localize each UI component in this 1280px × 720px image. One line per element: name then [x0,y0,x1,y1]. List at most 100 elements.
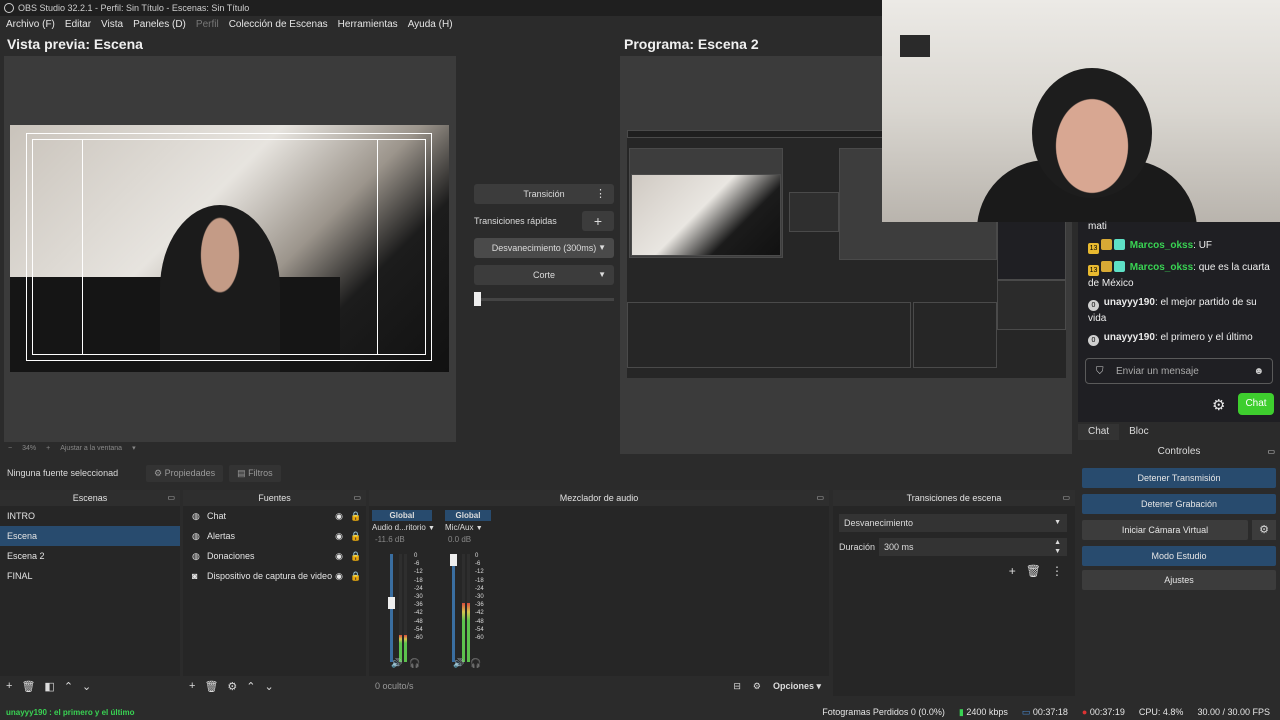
trash-icon[interactable]: 🗑 [21,680,35,693]
zero-badge-icon[interactable]: 0 [1088,335,1099,346]
duration-spinbox[interactable]: 300 ms ▲ ▼ [879,538,1067,556]
settings-button[interactable]: Ajustes [1082,570,1276,590]
bits-badge-icon[interactable] [1114,239,1125,250]
chat-username[interactable]: unayyy190 [1104,332,1155,343]
scene-item-final[interactable]: FINAL [0,566,180,586]
menu-vista[interactable]: Vista [101,19,123,30]
dock-menu-icon[interactable]: ▭ [167,490,175,506]
speaker-icon[interactable]: 🔊 [391,658,402,669]
speaker-icon[interactable]: 🔊 [453,658,464,669]
stop-record-button[interactable]: Detener Grabación [1082,494,1276,514]
zoom-out-icon[interactable]: − [8,445,12,452]
bits-badge-icon[interactable] [1114,261,1125,272]
dock-menu-icon[interactable]: ▭ [1267,444,1275,460]
trash-icon[interactable]: 🗑 [204,680,218,693]
channel-name[interactable]: Mic/Aux ▼ [445,521,507,535]
chevron-down-icon[interactable]: ▼ [476,525,483,532]
gear-icon[interactable]: ⚙ [227,680,237,693]
preview-canvas[interactable] [10,125,449,372]
transition-button[interactable]: Transición ⋮ [474,184,614,204]
advanced-audio-icon[interactable]: ⚙ [753,681,761,692]
eye-icon[interactable]: ◉ [332,571,346,582]
mixer-options-button[interactable]: Opciones ▾ [773,681,821,692]
scene-item-escena-2[interactable]: Escena 2 [0,546,180,566]
headphones-icon[interactable]: 🎧 [470,658,481,669]
volume-handle-desktop[interactable] [388,597,395,610]
scene-item-intro[interactable]: INTRO [0,506,180,526]
chevron-down-icon[interactable]: ▼ [1054,514,1061,532]
lock-icon[interactable]: 🔒 [349,571,363,582]
add-scene-icon[interactable]: + [6,680,12,692]
filters-button[interactable]: ▤ Filtros [229,464,281,482]
chevron-down-icon[interactable]: ▼ [598,243,606,252]
layout-icon[interactable]: ⊟ [733,681,741,692]
volume-slider-mic[interactable] [452,554,455,662]
lock-icon[interactable]: 🔒 [349,531,363,542]
spin-arrows-icon[interactable]: ▲ ▼ [1054,538,1061,556]
chevron-down-icon[interactable]: ▼ [598,270,606,279]
source-item[interactable]: ◍ Donaciones ◉ 🔒 [183,546,366,566]
menu-coleccion[interactable]: Colección de Escenas [229,19,328,30]
zoom-dropdown-icon[interactable]: ▾ [132,444,136,452]
source-item[interactable]: ◍ Chat ◉ 🔒 [183,506,366,526]
chat-send-button[interactable]: Chat [1238,393,1274,415]
channel-name[interactable]: Audio d...ritorio ▼ [372,521,435,535]
headphones-icon[interactable]: 🎧 [409,658,420,669]
lock-icon[interactable]: 🔒 [349,551,363,562]
chat-username[interactable]: Marcos_okss [1130,262,1193,273]
move-up-icon[interactable]: ⌃ [246,680,255,693]
stop-stream-button[interactable]: Detener Transmisión [1082,468,1276,488]
fit-to-window[interactable]: Ajustar a la ventana [60,445,122,452]
add-source-icon[interactable]: + [189,680,195,692]
eye-icon[interactable]: ◉ [332,511,346,522]
emoji-icon[interactable]: ☻ [1253,366,1264,377]
t-bar-slider[interactable] [474,292,614,306]
lock-icon[interactable]: 🔒 [349,511,363,522]
fade-transition-button[interactable]: Desvanecimiento (300ms) ▼ [474,238,614,258]
t-bar-handle[interactable] [474,292,481,306]
sub-badge-icon[interactable]: 13 [1088,265,1099,276]
crown-badge-icon[interactable] [1101,261,1112,272]
move-down-icon[interactable]: ⌄ [265,680,274,693]
scene-filters-icon[interactable]: ◧ [44,680,54,693]
kebab-menu-icon[interactable]: ⋮ [1051,564,1063,578]
virtual-cam-gear-icon[interactable]: ⚙ [1252,520,1276,540]
crown-badge-icon[interactable] [1101,239,1112,250]
dock-menu-icon[interactable]: ▭ [353,490,361,506]
volume-handle-mic[interactable] [450,554,457,566]
eye-icon[interactable]: ◉ [332,551,346,562]
menu-ayuda[interactable]: Ayuda (H) [408,19,453,30]
eye-icon[interactable]: ◉ [332,531,346,542]
shield-icon[interactable]: ⛉ [1096,366,1104,377]
start-virtual-cam-button[interactable]: Iniciar Cámara Virtual [1082,520,1248,540]
cut-transition-button[interactable]: Corte ▼ [474,265,614,285]
source-item[interactable]: ◍ Alertas ◉ 🔒 [183,526,366,546]
kebab-menu-icon[interactable]: ⋮ [595,187,606,200]
properties-button[interactable]: ⚙ Propiedades [146,464,224,482]
menu-archivo[interactable]: Archivo (F) [6,19,55,30]
add-transition-icon[interactable]: + [1009,564,1016,578]
chat-input[interactable]: ⛉ Enviar un mensaje ☻ [1085,358,1273,384]
sub-badge-icon[interactable]: 13 [1088,243,1099,254]
source-item[interactable]: ◙ Dispositivo de captura de video ◉ 🔒 [183,566,366,586]
chevron-down-icon[interactable]: ▼ [428,525,435,532]
menu-herramientas[interactable]: Herramientas [338,19,398,30]
tab-chat[interactable]: Chat [1078,424,1120,440]
scene-item-escena[interactable]: Escena [0,526,180,546]
trash-icon[interactable]: 🗑 [1026,564,1041,578]
transition-select[interactable]: Desvanecimiento ▼ [839,514,1067,532]
move-down-icon[interactable]: ⌄ [82,680,91,693]
studio-mode-button[interactable]: Modo Estudio [1082,546,1276,566]
menu-editar[interactable]: Editar [65,19,91,30]
zoom-in-icon[interactable]: + [46,445,50,452]
menu-paneles[interactable]: Paneles (D) [133,19,186,30]
chat-username[interactable]: unayyy190 [1104,297,1155,308]
dock-menu-icon[interactable]: ▭ [1062,490,1070,506]
tab-bloc[interactable]: Bloc [1119,424,1158,440]
chat-settings-gear-icon[interactable]: ⚙ [1212,396,1225,414]
zero-badge-icon[interactable]: 0 [1088,300,1099,311]
dock-menu-icon[interactable]: ▭ [816,490,824,506]
chat-username[interactable]: Marcos_okss [1130,240,1193,251]
add-quick-transition-button[interactable]: + [582,211,614,231]
move-up-icon[interactable]: ⌃ [64,680,73,693]
